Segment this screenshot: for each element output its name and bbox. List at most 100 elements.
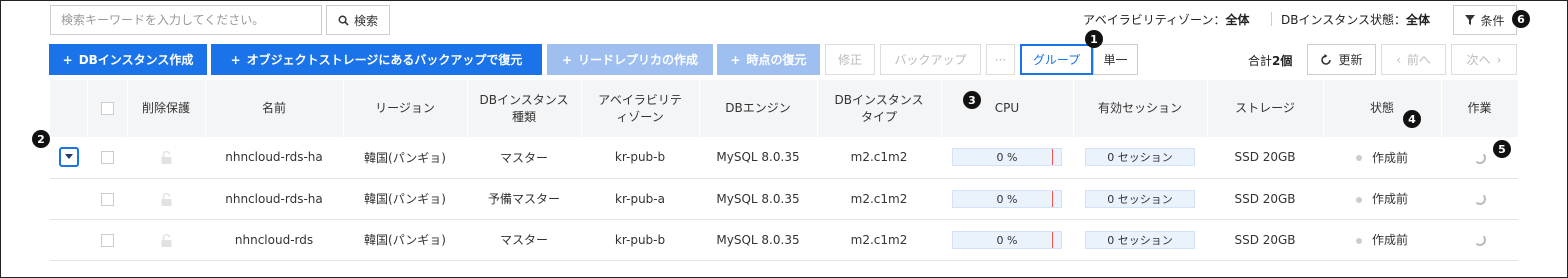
az-cell: kr-pub-a: [615, 191, 665, 206]
header-state[interactable]: 状態: [1323, 80, 1442, 137]
cpu-gauge: 0 %: [952, 230, 1062, 249]
restore-from-backup-button[interactable]: + オブジェクトストレージにあるバックアップで復元: [211, 44, 542, 75]
table-row[interactable]: nhncloud-rds-ha 韓国(パンギョ) 予備マスター kr-pub-a…: [50, 178, 1518, 219]
prev-page-button[interactable]: ‹ 前へ: [1381, 44, 1446, 75]
row-checkbox[interactable]: [100, 151, 114, 165]
callout-marker-5: 5: [1493, 140, 1511, 158]
table-row[interactable]: nhncloud-rds-ha 韓国(パンギョ) マスター kr-pub-b M…: [50, 137, 1518, 178]
state-filter-value: 全体: [1406, 13, 1431, 27]
header-storage[interactable]: ストレージ: [1207, 80, 1324, 137]
status-dot-icon: [1355, 237, 1362, 244]
state-filter-label: DBインスタンス状態：: [1281, 13, 1406, 27]
caret-down-icon: [64, 154, 73, 160]
header-instance-type-line1: DBインスタンス: [834, 92, 924, 107]
loading-spinner-icon: [1473, 234, 1486, 246]
total-value: 2個: [1272, 54, 1293, 68]
unlock-icon: [161, 151, 171, 165]
search-input[interactable]: 検索キーワードを入力してください。: [50, 5, 322, 35]
header-instance-type[interactable]: DBインスタンス タイプ: [817, 80, 942, 137]
expand-row-button[interactable]: [58, 147, 79, 168]
callout-marker-4: 4: [1403, 110, 1421, 128]
state-filter[interactable]: DBインスタンス状態：全体: [1281, 11, 1430, 28]
condition-button[interactable]: 条件: [1453, 5, 1517, 35]
header-delete-protect[interactable]: 削除保護: [127, 80, 206, 137]
prev-page-label: 前へ: [1406, 53, 1431, 67]
search-button[interactable]: 検索: [326, 5, 390, 35]
restore-from-backup-label: オブジェクトストレージにあるバックアップで復元: [246, 53, 523, 67]
region-cell: 韓国(パンギョ): [364, 150, 446, 165]
loading-spinner-icon: [1473, 151, 1486, 164]
cpu-threshold-line: [1052, 231, 1053, 248]
action-cell: [1441, 219, 1518, 260]
header-az-line2: ィゾーン: [616, 109, 664, 124]
next-page-button[interactable]: 次へ ›: [1451, 44, 1517, 75]
header-az[interactable]: アベイラビリテ ィゾーン: [581, 80, 700, 137]
plus-icon: +: [62, 52, 73, 67]
create-read-replica-button[interactable]: + リードレプリカの作成: [547, 44, 713, 75]
sessions-gauge: 0 セッション: [1085, 148, 1195, 167]
header-expand: [50, 80, 88, 137]
search-icon: [338, 15, 349, 26]
point-in-time-restore-button[interactable]: + 時点の復元: [717, 44, 820, 75]
total-prefix: 合計: [1248, 54, 1273, 68]
cpu-gauge: 0 %: [952, 189, 1062, 208]
delete-protect-cell: [127, 137, 205, 178]
region-cell: 韓国(パンギョ): [364, 192, 446, 206]
select-cell: [87, 137, 127, 178]
refresh-label: 更新: [1338, 53, 1363, 67]
expand-cell: [50, 178, 87, 219]
refresh-button[interactable]: 更新: [1307, 44, 1376, 75]
select-cell: [87, 219, 127, 260]
storage-cell: SSD 20GB: [1234, 150, 1296, 165]
backup-button[interactable]: バックアップ: [880, 44, 981, 75]
engine-cell: MySQL 8.0.35: [716, 191, 800, 206]
cpu-cell: 0 %: [941, 219, 1073, 260]
more-button[interactable]: ···: [986, 44, 1015, 75]
sessions-gauge: 0 セッション: [1085, 189, 1195, 208]
name-cell[interactable]: nhncloud-rds: [205, 219, 343, 260]
engine-cell: MySQL 8.0.35: [716, 232, 800, 247]
cpu-cell: 0 %: [941, 137, 1073, 178]
engine-cell: MySQL 8.0.35: [716, 150, 800, 165]
select-cell: [87, 178, 127, 219]
plus-icon: +: [561, 52, 573, 67]
header-region[interactable]: リージョン: [343, 80, 468, 137]
instance-table: 削除保護 名前 リージョン DBインスタンス 種類 アベイラビリテ ィゾーン DBエ…: [50, 80, 1519, 261]
state-cell: 作成前: [1323, 178, 1441, 219]
state-value: 作成前: [1371, 192, 1408, 206]
sessions-cell: 0 セッション: [1073, 219, 1207, 260]
cpu-gauge: 0 %: [952, 148, 1062, 167]
filter-icon: [1465, 15, 1476, 25]
chevron-left-icon: ‹: [1396, 52, 1401, 67]
cpu-cell: 0 %: [941, 178, 1073, 219]
row-checkbox[interactable]: [100, 233, 114, 247]
az-cell: kr-pub-b: [614, 232, 666, 247]
header-instance-type-line2: タイプ: [860, 109, 897, 124]
select-all-checkbox[interactable]: [100, 102, 114, 115]
state-cell: 作成前: [1323, 137, 1441, 178]
create-instance-button[interactable]: + DBインスタンス作成: [49, 44, 207, 75]
header-select-all: [87, 80, 128, 137]
sessions-cell: 0 セッション: [1073, 137, 1207, 178]
status-dot-icon: [1355, 155, 1362, 162]
name-cell[interactable]: nhncloud-rds-ha: [205, 137, 343, 178]
row-checkbox[interactable]: [100, 192, 114, 206]
header-sessions[interactable]: 有効セッション: [1073, 80, 1208, 137]
modify-button[interactable]: 修正: [825, 44, 875, 75]
header-engine[interactable]: DBエンジン: [699, 80, 818, 137]
delete-protect-cell: [127, 219, 205, 260]
group-view-label: グループ: [1032, 53, 1081, 67]
type-cell: m2.c1m2: [850, 232, 908, 247]
name-cell[interactable]: nhncloud-rds-ha: [205, 178, 343, 219]
callout-marker-1: 1: [1085, 30, 1103, 48]
header-az-line1: アベイラビリテ: [598, 92, 682, 107]
group-view-button[interactable]: グループ: [1020, 44, 1093, 75]
table-row[interactable]: nhncloud-rds 韓国(パンギョ) マスター kr-pub-b MySQ…: [50, 219, 1518, 260]
single-view-button[interactable]: 単一: [1093, 44, 1138, 75]
header-cpu[interactable]: CPU: [941, 80, 1074, 137]
header-instance-kind[interactable]: DBインスタンス 種類: [467, 80, 582, 137]
delete-protect-cell: [127, 178, 205, 219]
header-instance-kind-line2: 種類: [511, 109, 536, 124]
header-name[interactable]: 名前: [205, 80, 344, 137]
az-filter[interactable]: アベイラビリティゾーン：全体: [1083, 11, 1249, 28]
